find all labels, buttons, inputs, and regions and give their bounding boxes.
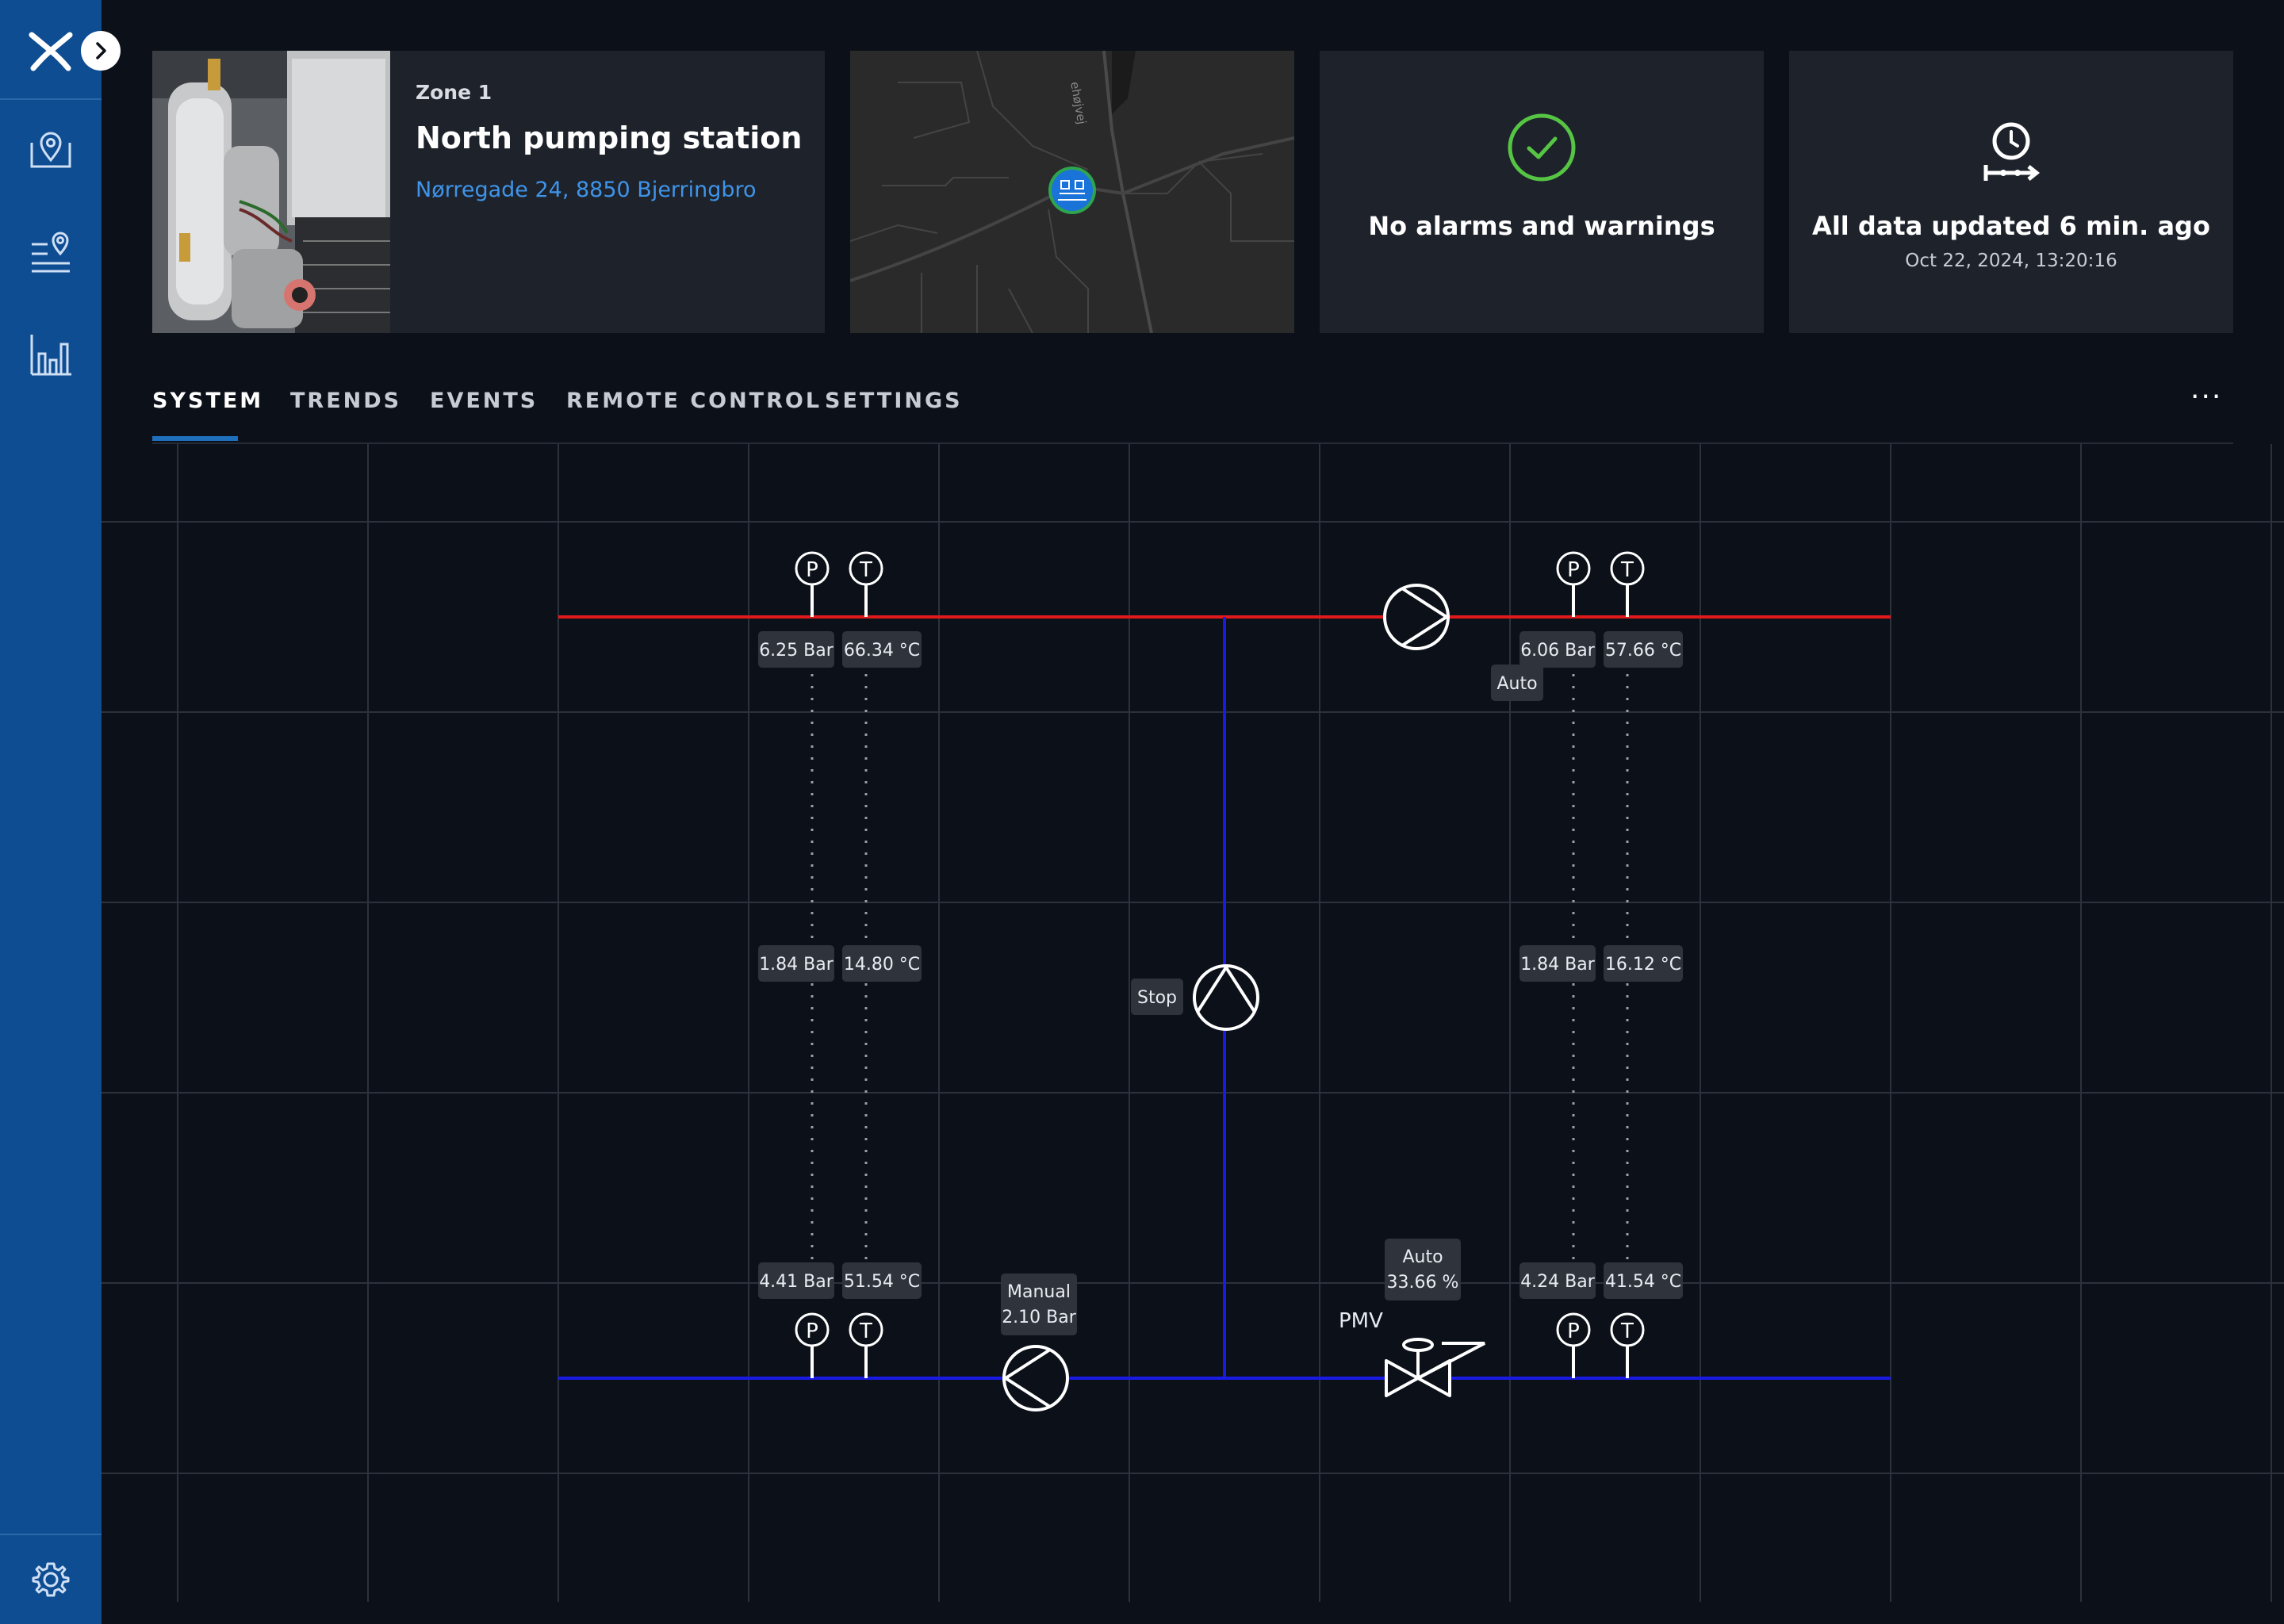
svg-text:P: P [1567,1320,1580,1343]
data-update-text: All data updated 6 min. ago [1812,211,2210,241]
sensor-temperature-top-right: T [1610,551,1645,617]
pump-bottom-mode: Manual [1007,1282,1071,1302]
sensor-temperature-top-left: T [849,551,883,617]
temperature-value-top-left: 66.34 °C [844,641,920,661]
sensor-temperature-bottom-right: T [1610,1312,1645,1378]
svg-text:P: P [1567,558,1580,582]
svg-text:T: T [859,1320,872,1343]
pressure-value-top-left: 6.25 Bar [759,641,834,661]
clock-history-icon [1983,122,2041,181]
svg-text:T: T [1620,1320,1634,1343]
data-update-card: All data updated 6 min. ago Oct 22, 2024… [1789,51,2233,333]
pump-top[interactable] [1383,584,1450,650]
valve-value: 33.66 % [1387,1273,1459,1293]
pump-bottom[interactable] [1002,1345,1069,1411]
station-name: North pumping station [416,121,803,155]
pressure-value-bottom-left: 4.41 Bar [759,1272,834,1292]
pump-mid[interactable] [1193,964,1259,1031]
station-photo [152,51,390,333]
station-address-link[interactable]: Nørregade 24, 8850 Bjerringbro [416,178,757,202]
pump-bottom-value: 2.10 Bar [1002,1308,1077,1327]
temperature-value-bottom-right: 41.54 °C [1605,1272,1681,1292]
tab-settings[interactable]: SETTINGS [825,389,963,413]
temperature-value-top-right: 57.66 °C [1605,641,1681,661]
svg-text:P: P [806,1320,818,1343]
alarm-status-text: No alarms and warnings [1368,211,1715,241]
pump-top-status: Auto [1496,674,1537,694]
active-tab-indicator [152,436,238,441]
pressure-value-mid-right: 1.84 Bar [1520,955,1596,975]
pump-mid-status: Stop [1137,988,1177,1008]
sensor-temperature-bottom-left: T [849,1312,883,1378]
valve-label: PMV [1339,1309,1383,1333]
bar-chart-icon[interactable] [25,328,76,379]
gear-icon[interactable] [32,1561,70,1599]
alarm-status-card[interactable]: No alarms and warnings [1320,51,1764,333]
data-update-timestamp: Oct 22, 2024, 13:20:16 [1905,251,2117,271]
pressure-value-mid-left: 1.84 Bar [759,955,834,975]
temperature-value-mid-left: 14.80 °C [844,955,920,975]
check-circle-icon [1508,113,1576,182]
valve-mode: Auto [1402,1247,1443,1267]
chevron-right-icon [96,42,106,59]
tab-trends[interactable]: TRENDS [290,389,401,413]
map-pin-icon[interactable] [25,124,76,174]
sensor-pressure-top-left: P [795,551,830,617]
tab-remote-control[interactable]: REMOTE CONTROL [566,389,822,413]
sensor-pressure-bottom-left: P [795,1312,830,1378]
sensor-pressure-top-right: P [1556,551,1591,617]
svg-text:P: P [806,558,818,582]
brand-logo[interactable] [29,32,73,71]
temperature-value-mid-right: 16.12 °C [1605,955,1681,975]
more-options-button[interactable]: ··· [2190,381,2222,413]
location-map[interactable]: ehøjvej [850,51,1294,333]
pressure-value-bottom-right: 4.24 Bar [1520,1272,1596,1292]
sidebar-footer [0,1534,102,1624]
sidebar [0,0,121,1624]
valve-pmv[interactable] [1385,1338,1485,1397]
svg-text:T: T [1620,558,1634,582]
tab-events[interactable]: EVENTS [430,389,538,413]
tab-system[interactable]: SYSTEM [152,389,263,413]
sidebar-expand-button[interactable] [81,31,121,71]
station-info-card: Zone 1 North pumping station Nørregade 2… [152,51,825,333]
list-location-icon[interactable] [25,225,76,276]
pressure-value-top-right: 6.06 Bar [1520,641,1596,661]
sensor-pressure-bottom-right: P [1556,1312,1591,1378]
system-diagram: P T P T P T P T 6.25 Bar 66.34 °C 6.06 B… [102,444,2284,1602]
svg-text:T: T [859,558,872,582]
temperature-value-bottom-left: 51.54 °C [844,1272,920,1292]
zone-label: Zone 1 [416,81,492,104]
